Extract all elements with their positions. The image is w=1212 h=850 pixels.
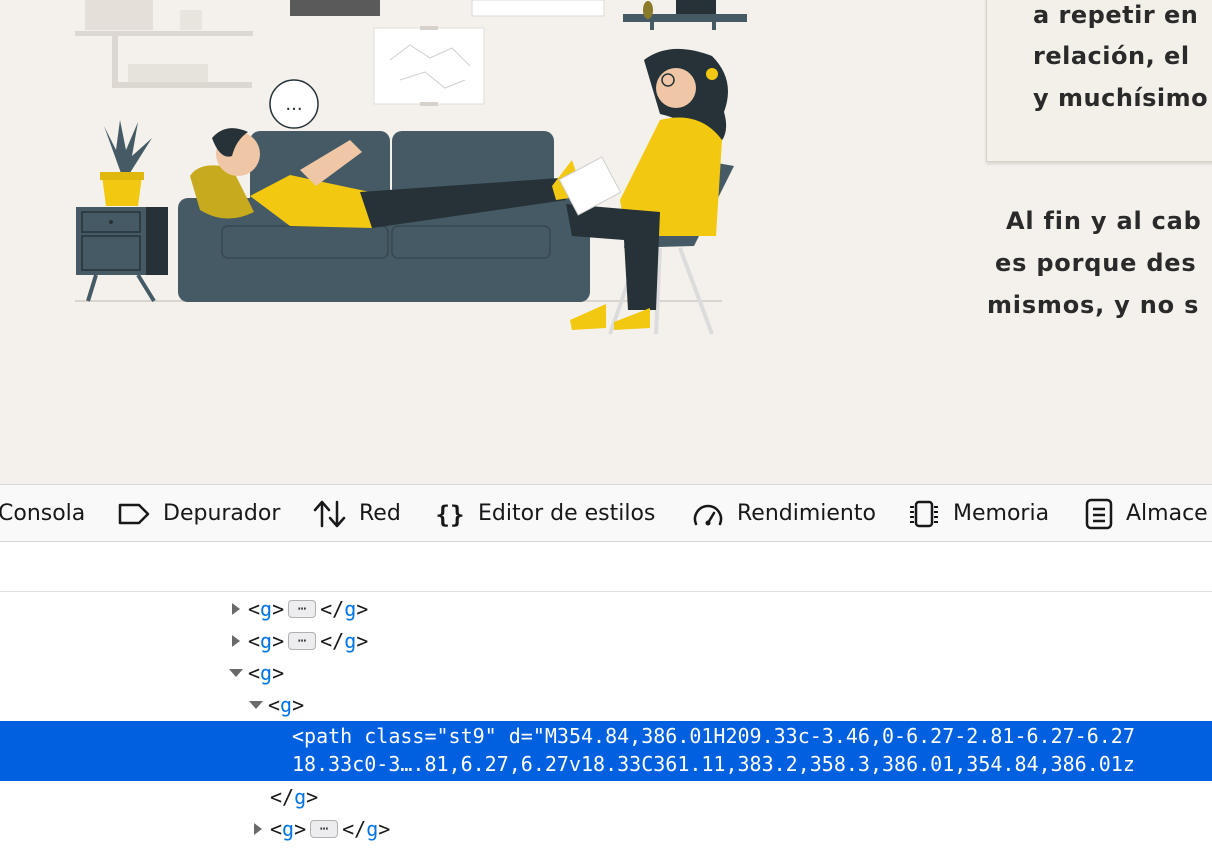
markup-search-bar[interactable] [0,543,1212,592]
tab-debugger[interactable]: Depurador [117,485,280,542]
tag-name: g [294,785,307,809]
svg-text:...: ... [285,94,302,115]
collapse-arrow-icon[interactable] [248,697,264,713]
picture-frame [290,0,380,16]
selected-markup-row[interactable]: <path class="st9" d="M354.84,386.01H209.… [0,721,1212,781]
side-table [76,207,168,303]
expand-arrow-icon[interactable] [228,601,244,617]
collapsed-children-button[interactable]: ⋯ [288,600,317,618]
tab-style-editor[interactable]: {} Editor de estilos [434,485,656,542]
performance-icon [693,504,723,525]
path-element-line: <path class="st9" d="M354.84,386.01H209.… [292,724,1135,748]
tag-name: g [260,661,273,685]
markup-row[interactable]: < g > ⋯ </g > [0,593,1212,625]
markup-row[interactable]: < g > [0,689,1212,721]
network-icon [313,500,346,527]
wall-shelf-plant [623,0,747,30]
devtools-panel: Consola Depurador Red {} Editor de estil… [0,484,1212,850]
potted-plant [100,120,152,206]
tab-label: Editor de estilos [478,501,656,526]
constellation-poster [373,26,485,106]
tab-label: Depurador [163,501,281,526]
tag-name: g [260,629,273,653]
expand-arrow-icon[interactable] [228,633,244,649]
tab-label: Consola [0,501,86,526]
memory-icon [910,500,938,527]
quote-line: relación, el [1033,42,1190,70]
devtools-tab-bar: Consola Depurador Red {} Editor de estil… [0,485,1212,542]
picture-frame-white [471,0,605,17]
speech-bubble: ... [269,79,319,129]
debugger-icon [118,503,150,524]
tag-name: g [366,817,379,841]
markup-row[interactable]: < g > ⋯ </g > [0,625,1212,657]
web-page-viewport: ... a repetir en relación, el y muchísim… [0,0,1212,484]
paragraph-line: mismos, y no s [987,291,1200,319]
markup-row[interactable]: < g > ⋯ </g > [0,813,1212,845]
tab-label: Rendimiento [737,501,876,526]
tag-name: g [260,597,273,621]
quote-card: a repetir en relación, el y muchísimo [986,0,1212,162]
tab-label: Memoria [953,501,1050,526]
svg-text:{}: {} [436,501,465,529]
markup-view: < g > ⋯ </g > < g > ⋯ </g > < g > < g > … [0,593,1212,850]
collapsed-children-button[interactable]: ⋯ [288,632,317,650]
therapy-session-illustration: ... [75,0,747,335]
wall-shelf [75,0,253,88]
tab-network[interactable]: Red [313,485,401,542]
collapse-arrow-icon[interactable] [228,665,244,681]
tab-label: Almace [1126,501,1208,526]
tab-label: Red [359,501,401,526]
paragraph-line: Al fin y al cab [1006,207,1202,235]
tab-console[interactable]: Consola [0,485,85,542]
tab-performance[interactable]: Rendimiento [691,485,876,542]
expand-arrow-icon[interactable] [250,821,266,837]
collapsed-children-button[interactable]: ⋯ [310,820,339,838]
tab-storage[interactable]: Almace [1084,485,1208,542]
style-editor-icon: {} [436,501,465,529]
quote-line: a repetir en [1033,1,1199,29]
markup-row[interactable]: < g > [0,657,1212,689]
storage-icon [1085,498,1113,529]
tag-name: g [280,693,293,717]
tag-name: g [282,817,295,841]
tag-name: g [344,597,357,621]
path-element-line: 18.33c0-3….81,6.27,6.27v18.33C361.11,383… [292,752,1135,776]
paragraph-line: es porque des [995,249,1197,277]
tab-memory[interactable]: Memoria [907,485,1049,542]
markup-row[interactable]: </g > [0,781,1212,813]
quote-line: y muchísimo [1033,84,1209,112]
tag-name: g [344,629,357,653]
